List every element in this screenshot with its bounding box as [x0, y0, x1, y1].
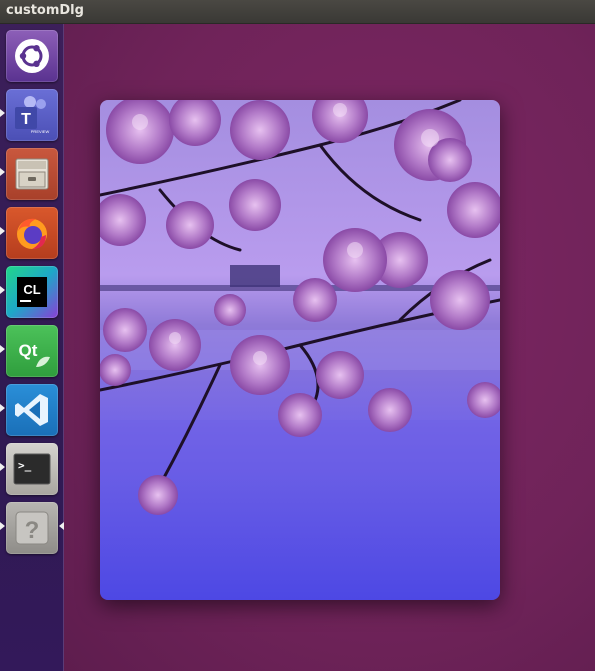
vscode-icon: [15, 394, 48, 426]
question-mark-icon: ?: [15, 511, 49, 545]
running-indicator: [0, 522, 5, 530]
clion-letters: CL: [23, 282, 40, 297]
running-indicator: [0, 109, 5, 117]
cherry-blossom-image: [100, 100, 500, 600]
teams-button[interactable]: T PREVIEW: [6, 89, 58, 141]
qt-creator-icon: Qt: [19, 341, 50, 367]
vscode-button[interactable]: [6, 384, 58, 436]
clion-icon: CL: [17, 277, 47, 307]
clion-button[interactable]: CL: [6, 266, 58, 318]
file-cabinet-icon: [15, 158, 49, 190]
ubuntu-dash-button[interactable]: [6, 30, 58, 82]
files-button[interactable]: [6, 148, 58, 200]
qt-creator-button[interactable]: Qt: [6, 325, 58, 377]
running-indicator: [0, 227, 5, 235]
terminal-button[interactable]: >_: [6, 443, 58, 495]
running-indicator: [0, 404, 5, 412]
window-title: customDlg: [6, 3, 84, 18]
firefox-button[interactable]: [6, 207, 58, 259]
qt-letters: Qt: [19, 341, 38, 360]
running-indicator: [0, 286, 5, 294]
question-mark: ?: [25, 517, 40, 544]
running-indicator: [0, 345, 5, 353]
terminal-icon: >_: [13, 453, 51, 485]
unknown-app-button[interactable]: ?: [6, 502, 58, 554]
window-title-bar: customDlg: [0, 0, 595, 24]
teams-preview-badge: PREVIEW: [31, 129, 50, 134]
running-indicator: [0, 463, 5, 471]
firefox-icon: [17, 218, 47, 249]
teams-icon: T PREVIEW: [15, 96, 50, 134]
ubuntu-logo-icon: [15, 39, 49, 73]
teams-letter: T: [21, 111, 31, 128]
launcher: T PREVIEW CL Qt >_ ?: [0, 24, 64, 671]
running-indicator: [0, 168, 5, 176]
custom-dialog[interactable]: [100, 100, 500, 600]
terminal-prompt: >_: [18, 459, 32, 472]
